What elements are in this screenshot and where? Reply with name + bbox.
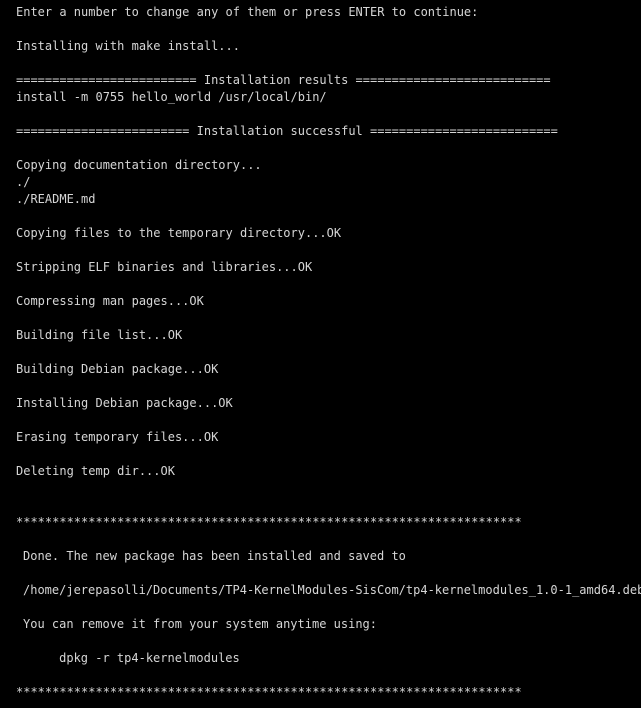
done-message: Done. The new package has been installed… (23, 549, 406, 563)
docs-copy-line: Copying documentation directory... (16, 158, 262, 172)
status-line: Building Debian package...OK (16, 362, 219, 376)
success-separator: ======================== Installation su… (16, 124, 558, 138)
remove-hint: You can remove it from your system anyti… (23, 617, 378, 631)
docs-path-line: ./ (16, 175, 31, 189)
install-command-line: install -m 0755 hello_world /usr/local/b… (16, 90, 327, 104)
status-line: Copying files to the temporary directory… (16, 226, 342, 240)
status-line: Installing Debian package...OK (16, 396, 233, 410)
terminal-window[interactable]: Enter a number to change any of them or … (0, 0, 641, 708)
install-step-line: Installing with make install... (16, 39, 240, 53)
asterisk-separator: ****************************************… (16, 685, 522, 699)
asterisk-separator: ****************************************… (16, 515, 522, 529)
remove-command: dpkg -r tp4-kernelmodules (23, 651, 240, 665)
status-line: Building file list...OK (16, 328, 183, 342)
status-line: Deleting temp dir...OK (16, 464, 175, 478)
prompt-line: Enter a number to change any of them or … (16, 5, 479, 19)
status-line: Compressing man pages...OK (16, 294, 204, 308)
package-path: /home/jerepasolli/Documents/TP4-KernelMo… (23, 583, 641, 597)
status-line: Erasing temporary files...OK (16, 430, 219, 444)
status-line: Stripping ELF binaries and libraries...O… (16, 260, 313, 274)
docs-path-line: ./README.md (16, 192, 96, 206)
results-separator: ========================= Installation r… (16, 73, 551, 87)
